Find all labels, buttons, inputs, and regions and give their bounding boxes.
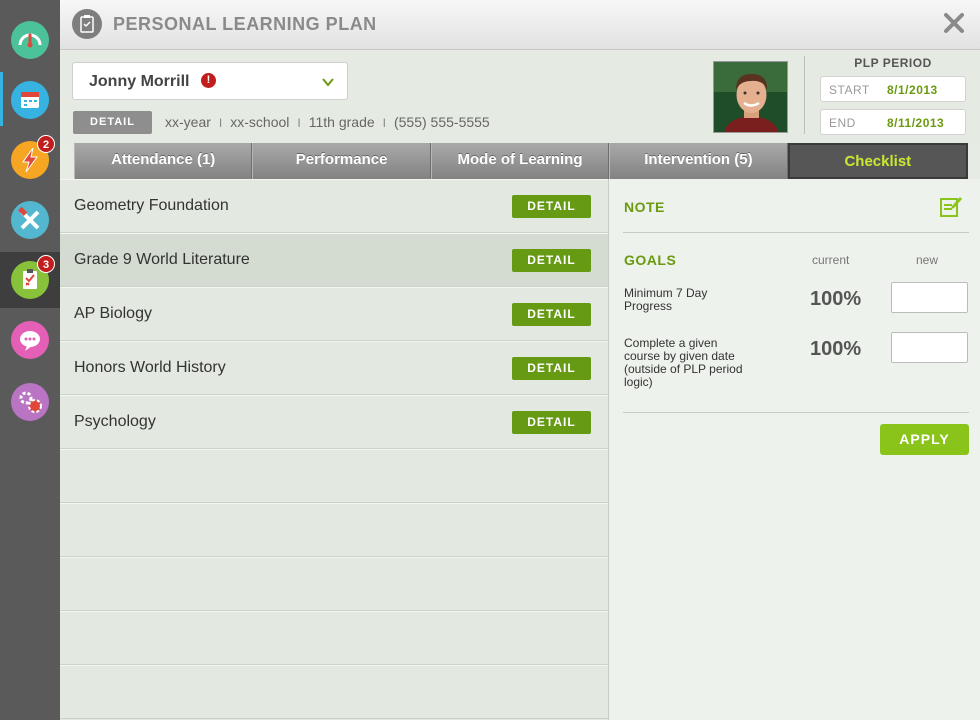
empty-row [60,503,608,557]
plp-end-field[interactable]: END 8/11/2013 [820,109,966,135]
student-name: Jonny Morrill [89,73,190,90]
student-info: xx-year Ixx-school I 11th grade I (555) 555-5… [165,114,490,130]
sidebar-item-settings[interactable] [0,374,60,428]
list-item[interactable]: Geometry Foundation DETAIL [60,179,608,233]
course-name: Psychology [74,413,156,430]
student-school: xx-school [230,114,290,130]
student-detail-button[interactable]: DETAIL [73,111,152,134]
note-label: NOTE [624,199,665,215]
tab-attendance[interactable]: Attendance (1) [74,143,253,179]
separator: I [218,116,223,130]
sidebar: 2 3 [0,0,60,720]
student-grade: 11th grade [308,114,375,130]
column-header-current: current [812,253,850,267]
empty-row [60,665,608,719]
course-name: AP Biology [74,305,152,322]
settings-icon [11,383,49,421]
divider [623,232,969,233]
course-detail-button[interactable]: DETAIL [512,357,591,380]
student-phone: (555) 555-5555 [393,114,490,130]
list-item[interactable]: Honors World History DETAIL [60,341,608,395]
column-header-new: new [916,253,939,267]
plp-period-label: PLP PERIOD [854,56,932,70]
list-item[interactable]: Grade 9 World Literature DETAIL [60,233,608,287]
course-detail-button[interactable]: DETAIL [512,195,591,218]
goal-description: Minimum 7 Day Progress [624,286,708,313]
edit-note-icon[interactable] [939,194,963,218]
apply-button[interactable]: APPLY [880,424,969,455]
clipboard-icon [72,9,102,39]
goals-label: GOALS [624,252,677,268]
page-title: PERSONAL LEARNING PLAN [113,14,377,34]
plp-badge: 3 [37,255,55,273]
list-item[interactable]: AP Biology DETAIL [60,287,608,341]
sidebar-item-messages[interactable] [0,312,60,366]
tab-mode-of-learning[interactable]: Mode of Learning [430,143,610,179]
separator: I [297,116,301,130]
sidebar-item-alerts[interactable]: 2 [0,132,60,186]
course-detail-button[interactable]: DETAIL [512,303,591,326]
course-detail-button[interactable]: DETAIL [512,249,591,272]
plp-start-value: 8/1/2013 [887,83,938,97]
sidebar-item-dashboard[interactable] [0,12,60,66]
goal-description: Complete a given course by given date (o… [624,336,743,389]
plp-start-label: START [829,83,870,97]
calendar-icon [11,81,49,119]
course-list: Geometry Foundation DETAIL Grade 9 World… [60,179,609,720]
plp-end-label: END [829,116,856,130]
divider [804,56,805,134]
course-name: Grade 9 World Literature [74,251,250,268]
checklist-panel: NOTE GOALS current new Minimum 7 Day Pro… [609,179,980,720]
header: PERSONAL LEARNING PLAN [60,0,980,50]
plp-start-field[interactable]: START 8/1/2013 [820,76,966,102]
goal-new-input[interactable] [891,332,968,363]
student-photo [713,61,788,133]
tab-intervention[interactable]: Intervention (5) [609,143,788,179]
course-detail-button[interactable]: DETAIL [512,411,591,434]
plp-end-value: 8/11/2013 [887,116,945,130]
sidebar-item-calendar[interactable] [0,72,60,126]
student-bar: Jonny Morrill ! DETAIL xx-year Ixx-school… [60,50,980,144]
close-icon[interactable] [942,11,966,35]
goal-new-input[interactable] [891,282,968,313]
sidebar-item-plp[interactable]: 3 [0,252,60,308]
alerts-badge: 2 [37,135,55,153]
empty-row [60,557,608,611]
tab-bar: Attendance (1) Performance Mode of Learn… [74,143,969,179]
tab-performance[interactable]: Performance [252,143,431,179]
speedometer-icon [11,21,49,59]
sidebar-item-tools[interactable] [0,192,60,246]
separator: I [382,116,386,130]
course-name: Honors World History [74,359,226,376]
student-year: xx-year [165,114,211,130]
student-select[interactable]: Jonny Morrill ! [72,62,348,100]
tab-checklist[interactable]: Checklist [787,143,969,179]
empty-row [60,449,608,503]
goal-current-value: 100% [810,338,862,360]
course-name: Geometry Foundation [74,197,229,214]
goal-current-value: 100% [810,288,862,310]
tools-icon [11,201,49,239]
list-item[interactable]: Psychology DETAIL [60,395,608,449]
chat-icon [11,321,49,359]
empty-row [60,611,608,665]
alert-icon: ! [201,73,216,88]
chevron-down-icon [321,75,335,89]
divider [623,412,969,413]
